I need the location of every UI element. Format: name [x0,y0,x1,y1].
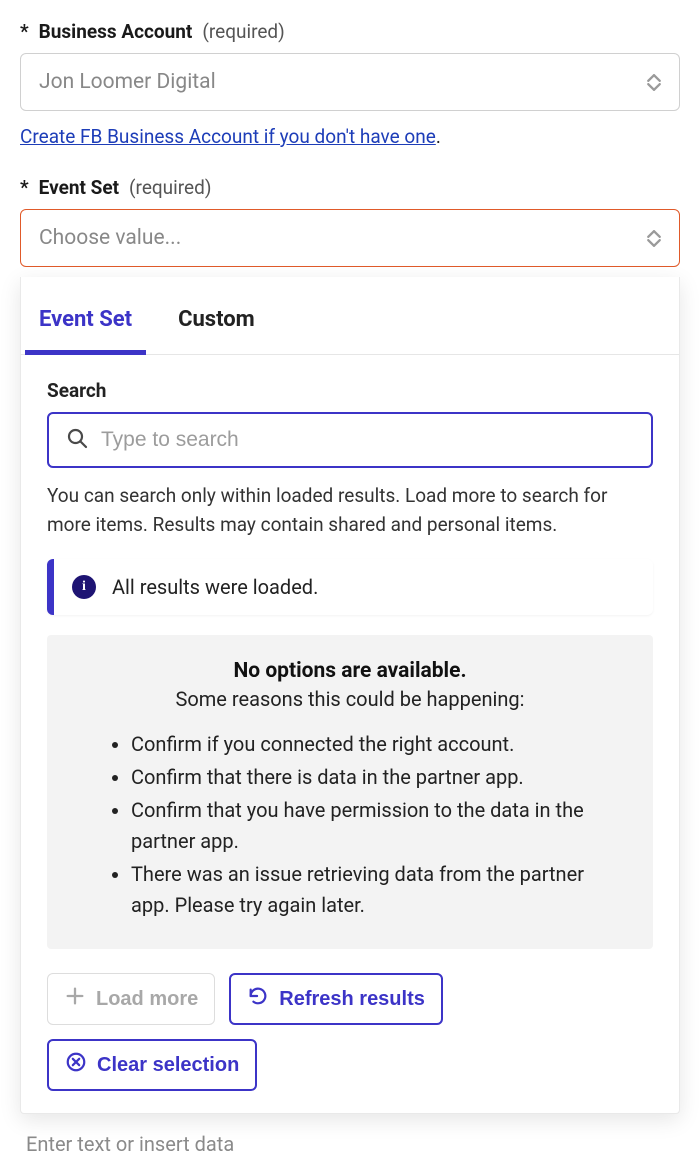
dropdown-actions: Load more Refresh results Clear selectio… [47,973,653,1091]
refresh-icon [247,985,269,1013]
event-set-select[interactable]: Choose value... [20,209,680,267]
no-options-subtitle: Some reasons this could be happening: [77,687,623,711]
truncated-footer-text: Enter text or insert data [20,1132,680,1156]
field-label-event-set: * Event Set (required) [20,176,680,199]
refresh-results-button[interactable]: Refresh results [229,973,443,1025]
info-banner-text: All results were loaded. [112,575,318,599]
dropdown-tabs: Event Set Custom [21,277,679,355]
tab-event-set[interactable]: Event Set [39,277,132,354]
create-fb-account-link[interactable]: Create FB Business Account if you don't … [20,125,436,148]
event-set-placeholder: Choose value... [39,226,181,250]
reason-item: There was an issue retrieving data from … [131,859,623,921]
event-set-dropdown-panel: Event Set Custom Search You can search o… [20,277,680,1114]
business-account-select[interactable]: Jon Loomer Digital [20,53,680,111]
search-hint: You can search only within loaded result… [47,482,653,539]
search-input[interactable] [101,428,635,452]
required-tag: (required) [129,176,211,199]
reason-item: Confirm if you connected the right accou… [131,729,623,760]
label-text: Business Account [39,20,193,43]
info-banner: i All results were loaded. [47,559,653,615]
field-event-set: * Event Set (required) Choose value... [20,176,680,267]
no-options-reasons: Confirm if you connected the right accou… [77,729,623,921]
chevrons-vertical-icon [647,230,661,247]
plus-icon [64,985,86,1013]
clear-label: Clear selection [97,1054,239,1077]
create-fb-link-row: Create FB Business Account if you don't … [20,125,680,148]
load-more-button: Load more [47,973,215,1025]
search-icon [65,426,89,454]
search-field-wrapper[interactable] [47,412,653,468]
dropdown-body: Search You can search only within loaded… [21,355,679,1113]
info-icon: i [72,575,96,599]
reason-item: Confirm that you have permission to the … [131,795,623,857]
no-options-panel: No options are available. Some reasons t… [47,635,653,949]
clear-selection-button[interactable]: Clear selection [47,1039,257,1091]
required-asterisk: * [20,20,29,43]
no-options-title: No options are available. [77,659,623,683]
business-account-value: Jon Loomer Digital [39,70,216,94]
search-label: Search [47,379,653,402]
close-circle-icon [65,1051,87,1079]
load-more-label: Load more [96,988,198,1011]
chevrons-vertical-icon [647,74,661,91]
tab-custom[interactable]: Custom [178,277,255,354]
field-label-business-account: * Business Account (required) [20,20,680,43]
required-asterisk: * [20,176,29,199]
refresh-label: Refresh results [279,988,425,1011]
label-text: Event Set [39,176,119,199]
field-business-account: * Business Account (required) Jon Loomer… [20,20,680,111]
reason-item: Confirm that there is data in the partne… [131,762,623,793]
required-tag: (required) [202,20,284,43]
